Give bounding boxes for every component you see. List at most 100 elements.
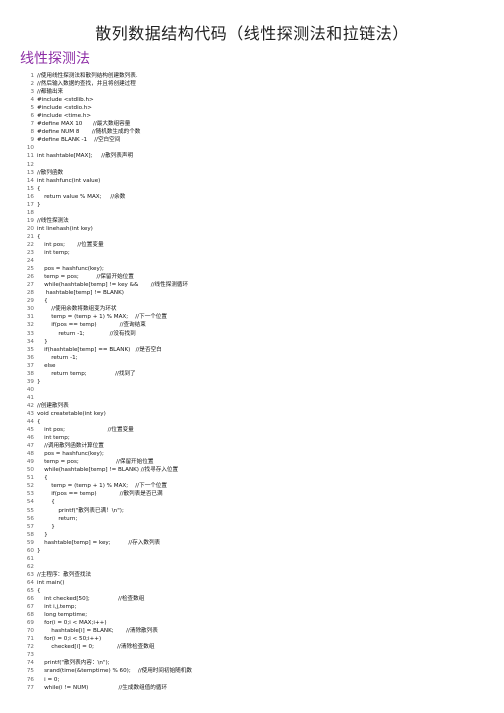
line-number: 43 xyxy=(26,410,34,417)
line-number: 53 xyxy=(26,491,34,498)
code-text: return temp; //找到了 xyxy=(37,370,136,377)
code-line: 18 xyxy=(22,209,492,217)
code-text: #include <stdlib.h> xyxy=(37,97,94,104)
line-number: 25 xyxy=(26,266,34,273)
code-text: { xyxy=(37,233,41,240)
line-number: 56 xyxy=(26,515,34,522)
code-line: 2//然后输入数据的查找，并且将创建过程 xyxy=(22,80,492,88)
code-line: 15{ xyxy=(22,185,492,193)
code-text: //然后输入数据的查找，并且将创建过程 xyxy=(37,81,136,88)
line-number: 70 xyxy=(26,628,34,635)
code-line: 38 return temp; //找到了 xyxy=(22,370,492,378)
line-number: 7 xyxy=(30,121,34,128)
code-line: 77 while(i != NUM) //生成数组值的循环 xyxy=(22,684,492,692)
line-number: 4 xyxy=(30,97,34,104)
code-line: 6 #include <time.h> xyxy=(22,112,492,120)
code-line: 50 while(hashtable[temp] != BLANK) //找寻存… xyxy=(22,466,492,474)
code-text: checked[i] = 0; //清除检查数组 xyxy=(37,644,155,651)
code-text: //主程序：散列查找法 xyxy=(37,571,92,578)
code-text: } xyxy=(37,547,41,554)
line-number: 77 xyxy=(26,684,34,691)
code-text: void createtable(int key) xyxy=(37,410,106,417)
code-text: { xyxy=(37,499,55,506)
code-line: 60} xyxy=(22,547,492,555)
code-line: 56 return; xyxy=(22,515,492,523)
line-number: 3 xyxy=(30,89,34,96)
line-number: 17 xyxy=(26,201,34,208)
code-line: 11 int hashtable[MAX]; //散列表声明 xyxy=(22,152,492,160)
code-text: //都输出来 xyxy=(37,89,64,96)
code-line: 76 i = 0; xyxy=(22,676,492,684)
line-number: 28 xyxy=(26,290,34,297)
section-heading: 线性探测法 xyxy=(20,51,90,67)
code-text: int pos; //位置变量 xyxy=(37,241,104,248)
code-block: 1//使用线性探测法和散列结构创建数列表. 2//然后输入数据的查找，并且将创建过… xyxy=(22,72,492,692)
code-line: 22 int pos; //位置变量 xyxy=(22,241,492,249)
code-line: 69 for(i = 0;i < MAX;i++) xyxy=(22,619,492,627)
code-text: int i,j,temp; xyxy=(37,604,77,611)
line-number: 47 xyxy=(26,443,34,450)
line-number: 52 xyxy=(26,483,34,490)
line-number: 34 xyxy=(26,338,34,345)
code-line: 43 void createtable(int key) xyxy=(22,410,492,418)
code-text: srand(time(&temptime) % 60); //使用时间初始随机数 xyxy=(37,668,192,675)
code-text: //调用散列函数计算位置 xyxy=(37,443,104,450)
code-line: 29 { xyxy=(22,297,492,305)
code-line: 10 xyxy=(22,144,492,152)
line-number: 75 xyxy=(26,668,34,675)
line-number: 72 xyxy=(26,644,34,651)
code-line: 53 if(pos == temp) //散列表是否已满 xyxy=(22,490,492,498)
code-text: } xyxy=(37,201,41,208)
code-text: if(pos == temp) //查询结束 xyxy=(37,322,146,329)
code-line: 42//创建散列表 xyxy=(22,402,492,410)
code-line: 1//使用线性探测法和散列结构创建数列表. xyxy=(22,72,492,80)
line-number: 69 xyxy=(26,620,34,627)
line-number: 71 xyxy=(26,636,34,643)
line-number: 20 xyxy=(26,225,34,232)
code-line: 19//线性探测法 xyxy=(22,217,492,225)
code-line: 7 #define MAX 10 //最大数组容量 xyxy=(22,120,492,128)
line-number: 60 xyxy=(26,547,34,554)
line-number: 44 xyxy=(26,419,34,426)
code-line: 58 } xyxy=(22,531,492,539)
code-line: 55 printf("散列表已满！\n"); xyxy=(22,507,492,515)
line-number: 58 xyxy=(26,531,34,538)
line-number: 49 xyxy=(26,459,34,466)
code-line: 62 xyxy=(22,563,492,571)
code-text: return -1; //没有找到 xyxy=(37,330,136,337)
code-text: printf("散列表内容：\n"); xyxy=(37,660,110,667)
code-line: 54 { xyxy=(22,498,492,506)
code-text: while(hashtable[temp] != key && //线性探测循环 xyxy=(37,282,189,289)
code-text: { xyxy=(37,185,41,192)
line-number: 10 xyxy=(26,145,34,152)
code-line: 39} xyxy=(22,378,492,386)
line-number: 50 xyxy=(26,467,34,474)
code-line: 27 while(hashtable[temp] != key && //线性探… xyxy=(22,281,492,289)
line-number: 45 xyxy=(26,427,34,434)
code-line: 70 hashtable[i] = BLANK; //清除散列表 xyxy=(22,627,492,635)
code-text: //使用余数将数组变为环状 xyxy=(37,306,117,313)
code-line: 59 hashtable[temp] = key; //存入数列表 xyxy=(22,539,492,547)
line-number: 26 xyxy=(26,274,34,281)
line-number: 12 xyxy=(26,161,34,168)
line-number: 54 xyxy=(26,499,34,506)
line-number: 1 xyxy=(30,73,34,79)
code-text: #define MAX 10 //最大数组容量 xyxy=(37,121,131,128)
code-line: 34 } xyxy=(22,338,492,346)
line-number: 2 xyxy=(30,81,34,88)
code-line: 33 return -1; //没有找到 xyxy=(22,330,492,338)
code-text: int pos; //位置变量 xyxy=(37,427,134,434)
line-number: 19 xyxy=(26,217,34,224)
line-number: 15 xyxy=(26,185,34,192)
line-number: 73 xyxy=(26,652,34,659)
code-text: //使用线性探测法和散列结构创建数列表. xyxy=(37,73,138,79)
code-text: while(hashtable[temp] != BLANK) //找寻存入位置 xyxy=(37,467,179,474)
code-line: 73 xyxy=(22,651,492,659)
code-line: 64 int main() xyxy=(22,579,492,587)
code-text: long temptime; xyxy=(37,612,88,619)
code-text: int main() xyxy=(37,579,65,586)
code-text: #define BLANK -1 //空白空间 xyxy=(37,137,121,144)
